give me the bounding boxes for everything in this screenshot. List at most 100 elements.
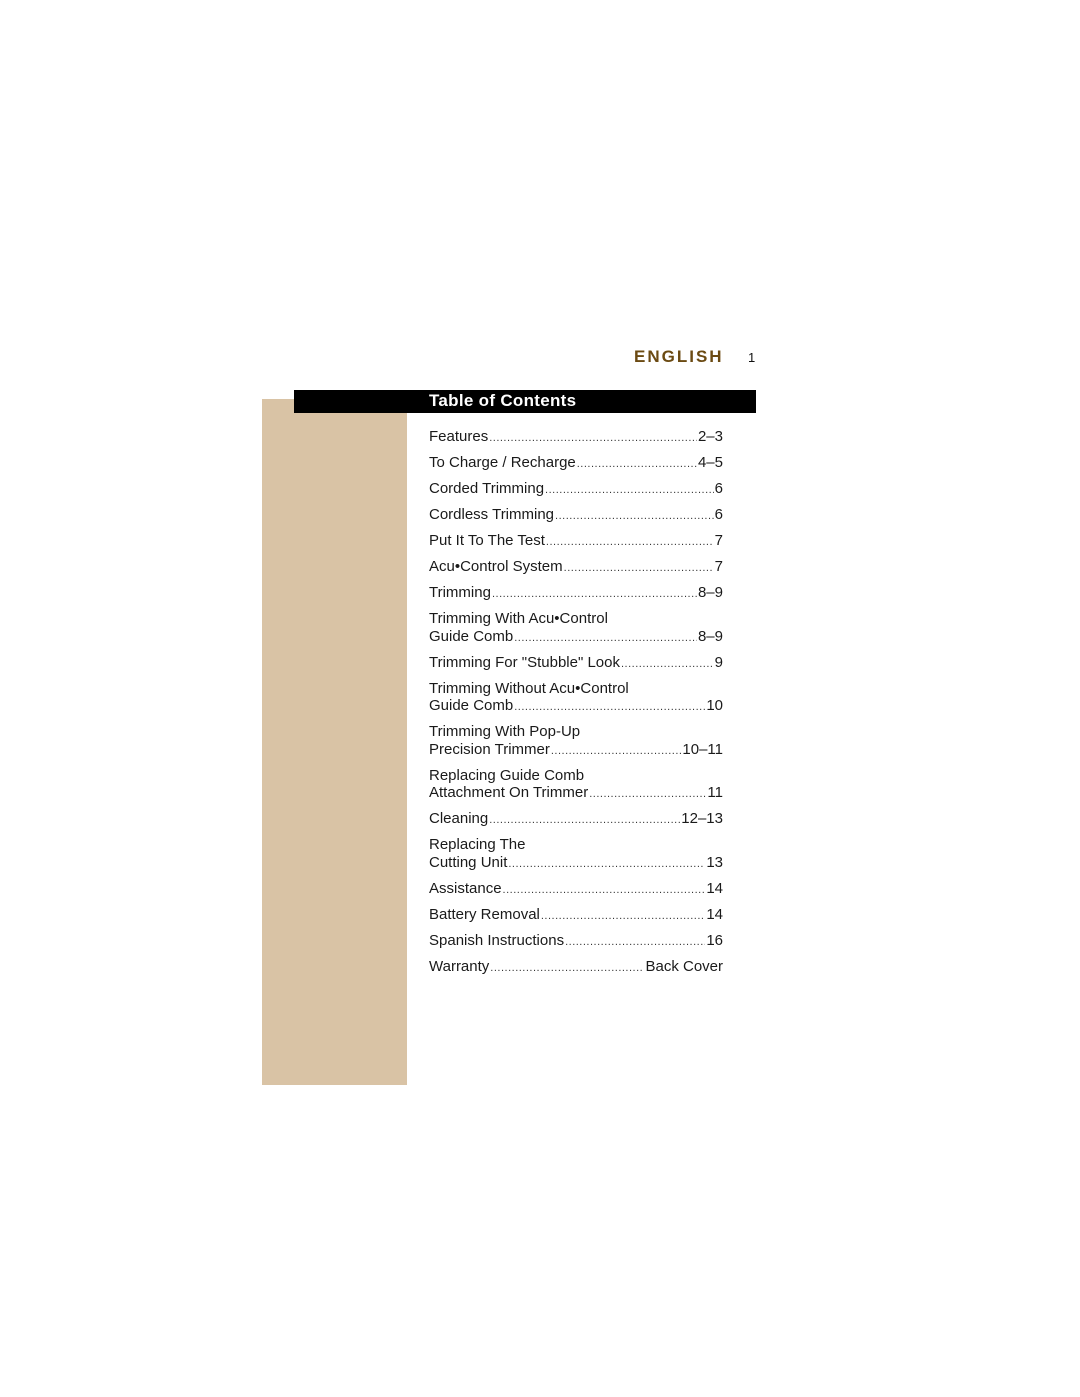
toc-entry-line: Guide Comb 8–9 xyxy=(429,628,723,646)
toc-entry-line: Spanish Instructions 16 xyxy=(429,932,723,950)
toc-entry-label: Trimming With Pop-Up xyxy=(429,723,581,740)
toc-entry-line: Assistance 14 xyxy=(429,880,723,898)
dot-leader xyxy=(551,743,682,761)
toc-entry-page: 16 xyxy=(706,931,723,949)
toc-entry[interactable]: Features 2–3 xyxy=(429,428,723,446)
language-heading: ENGLISH xyxy=(634,347,724,366)
toc-entry-label: Cutting Unit xyxy=(429,853,508,871)
page-number: 1 xyxy=(748,350,756,365)
toc-entry-page: 14 xyxy=(706,879,723,897)
toc-entry-label: Put It To The Test xyxy=(429,532,545,549)
toc-entry[interactable]: Trimming 8–9 xyxy=(429,584,723,602)
toc-entry-label: Guide Comb xyxy=(429,627,514,645)
dot-leader xyxy=(492,586,697,604)
toc-entry[interactable]: Trimming For "Stubble" Look 9 xyxy=(429,654,723,672)
table-of-contents: Features 2–3 To Charge / Recharge 4–5 Corded… xyxy=(429,428,723,984)
toc-entry-line: Warranty Back Cover xyxy=(429,958,723,976)
toc-entry-line: Battery Removal 14 xyxy=(429,906,723,924)
toc-entry-line: Corded Trimming 6 xyxy=(429,480,723,498)
toc-entry-label: Corded Trimming xyxy=(429,480,545,497)
toc-entry-page: 13 xyxy=(706,853,723,871)
toc-entry[interactable]: Warranty Back Cover xyxy=(429,958,723,976)
toc-entry[interactable]: Replacing Guide Comb Attachment On Trimme… xyxy=(429,767,723,802)
dot-leader xyxy=(489,430,697,448)
toc-entry[interactable]: Trimming Without Acu•ControlGuide Comb 10 xyxy=(429,680,723,715)
toc-entry-label: Trimming xyxy=(429,584,491,601)
toc-entry[interactable]: Replacing TheCutting Unit 13 xyxy=(429,836,723,871)
toc-entry-page: 14 xyxy=(706,905,723,923)
toc-entry-line: Replacing The xyxy=(429,836,723,854)
toc-entry-line: Trimming With Acu•Control xyxy=(429,610,723,628)
dot-leader xyxy=(555,508,714,526)
dot-leader xyxy=(621,656,714,674)
dot-leader xyxy=(546,534,714,552)
toc-entry[interactable]: Cordless Trimming 6 xyxy=(429,506,723,524)
dot-leader xyxy=(577,456,697,474)
toc-entry-line: Trimming For "Stubble" Look 9 xyxy=(429,654,723,672)
toc-entry-page: 8–9 xyxy=(697,627,723,645)
dot-leader xyxy=(565,934,705,952)
toc-entry-line: Trimming Without Acu•Control xyxy=(429,680,723,698)
toc-entry[interactable]: Cleaning 12–13 xyxy=(429,810,723,828)
toc-entry-label: Acu•Control System xyxy=(429,558,563,575)
toc-entry-page: 12–13 xyxy=(681,810,723,827)
toc-entry[interactable]: Spanish Instructions 16 xyxy=(429,932,723,950)
toc-entry[interactable]: Trimming With Pop-UpPrecision Trimmer 10–… xyxy=(429,723,723,758)
dot-leader xyxy=(514,630,697,648)
toc-entry-line: Trimming 8–9 xyxy=(429,584,723,602)
decorative-side-panel xyxy=(262,399,407,1085)
toc-entry-page: 10 xyxy=(706,697,723,714)
toc-entry-page: 4–5 xyxy=(697,454,723,471)
toc-entry-page: 6 xyxy=(714,480,723,497)
toc-entry-line: To Charge / Recharge 4–5 xyxy=(429,454,723,472)
toc-entry-page: 9 xyxy=(714,653,723,671)
toc-entry[interactable]: Corded Trimming 6 xyxy=(429,480,723,498)
toc-entry-line: Trimming With Pop-Up xyxy=(429,723,723,741)
dot-leader xyxy=(503,882,706,900)
toc-entry-label: Features xyxy=(429,428,489,445)
toc-entry[interactable]: Put It To The Test 7 xyxy=(429,532,723,550)
toc-entry-label: Trimming With Acu•Control xyxy=(429,610,608,627)
toc-entry-line: Features 2–3 xyxy=(429,428,723,446)
toc-entry-page: 11 xyxy=(707,784,723,801)
toc-entry[interactable]: Assistance 14 xyxy=(429,880,723,898)
toc-entry-label: Cleaning xyxy=(429,810,489,827)
toc-entry-line: Cutting Unit 13 xyxy=(429,854,723,872)
dot-leader xyxy=(589,786,706,804)
toc-entry-line: Cleaning 12–13 xyxy=(429,810,723,828)
toc-entry[interactable]: Battery Removal 14 xyxy=(429,906,723,924)
dot-leader xyxy=(514,699,705,717)
toc-entry-line: Acu•Control System 7 xyxy=(429,558,723,576)
toc-entry-label: Battery Removal xyxy=(429,905,540,923)
toc-entry-label: Assistance xyxy=(429,879,502,897)
toc-entry[interactable]: Trimming With Acu•ControlGuide Comb 8–9 xyxy=(429,610,723,645)
toc-entry-label: Trimming Without Acu•Control xyxy=(429,679,629,697)
toc-entry-page: 6 xyxy=(714,506,723,523)
toc-entry-label: Precision Trimmer xyxy=(429,740,550,758)
toc-entry-line: Cordless Trimming 6 xyxy=(429,506,723,524)
toc-entry-label: Spanish Instructions xyxy=(429,931,565,949)
dot-leader xyxy=(508,856,705,874)
toc-entry-line: Replacing Guide Comb xyxy=(429,767,723,785)
toc-entry-line: Precision Trimmer 10–11 xyxy=(429,741,723,759)
toc-entry[interactable]: Acu•Control System 7 xyxy=(429,558,723,576)
toc-entry-page: Back Cover xyxy=(645,957,723,975)
toc-title-bar: Table of Contents xyxy=(294,390,756,413)
toc-entry-label: Replacing Guide Comb xyxy=(429,766,585,784)
dot-leader xyxy=(545,482,714,500)
dot-leader xyxy=(489,812,680,830)
dot-leader xyxy=(490,960,644,978)
toc-entry[interactable]: To Charge / Recharge 4–5 xyxy=(429,454,723,472)
toc-entry-page: 8–9 xyxy=(697,584,723,601)
toc-entry-line: Attachment On Trimmer 11 xyxy=(429,784,723,802)
toc-entry-label: Replacing The xyxy=(429,836,526,853)
toc-entry-label: Guide Comb xyxy=(429,697,514,714)
toc-entry-label: Cordless Trimming xyxy=(429,506,555,523)
toc-entry-page: 2–3 xyxy=(697,428,723,445)
toc-entry-line: Guide Comb 10 xyxy=(429,697,723,715)
toc-entry-label: Trimming For "Stubble" Look xyxy=(429,653,620,671)
toc-entry-page: 10–11 xyxy=(682,740,723,758)
toc-entry-label: To Charge / Recharge xyxy=(429,454,576,471)
dot-leader xyxy=(541,908,705,926)
dot-leader xyxy=(564,560,714,578)
